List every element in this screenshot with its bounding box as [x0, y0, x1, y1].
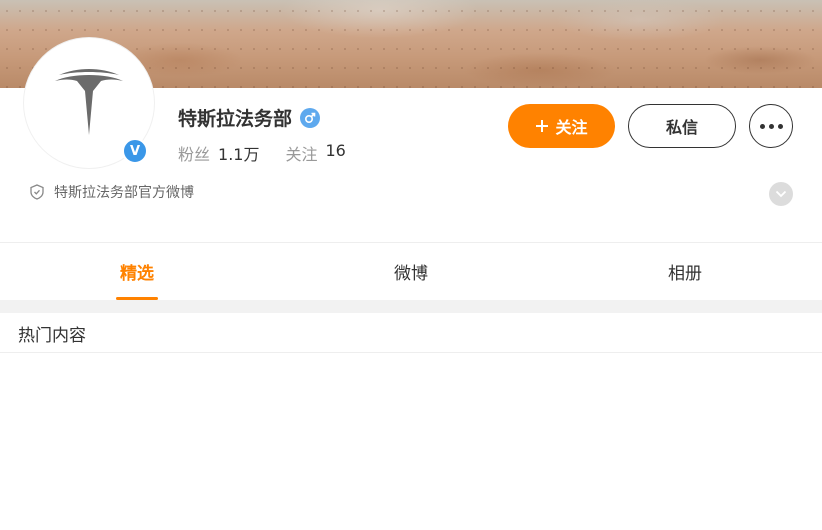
followers-count: 1.1万 [218, 145, 260, 164]
follow-button[interactable]: 关注 [508, 104, 615, 148]
tab-album[interactable]: 相册 [548, 243, 822, 300]
message-label: 私信 [665, 118, 698, 137]
profile-name: 特斯拉法务部 [178, 104, 321, 131]
tesla-logo-icon [55, 69, 123, 135]
more-button[interactable] [749, 104, 793, 148]
following-count: 16 [325, 141, 346, 160]
expand-description-button[interactable] [769, 182, 793, 206]
section-gap [0, 300, 822, 313]
verified-icon: V [122, 138, 148, 164]
plus-icon [536, 120, 549, 132]
following-stat[interactable]: 关注 16 [285, 141, 345, 165]
tab-featured[interactable]: 精选 [0, 243, 274, 300]
tab-weibo[interactable]: 微博 [274, 243, 548, 300]
shield-icon [30, 184, 44, 200]
profile-stats: 粉丝 1.1万 关注 16 [178, 141, 372, 165]
section-title: 热门内容 [18, 326, 86, 346]
profile-description: 特斯拉法务部官方微博 [30, 182, 194, 202]
chevron-down-icon [775, 190, 787, 198]
profile-name-text: 特斯拉法务部 [178, 108, 293, 130]
divider [0, 352, 822, 353]
more-icon [759, 123, 765, 129]
followers-stat[interactable]: 粉丝 1.1万 [178, 141, 259, 165]
male-icon [300, 107, 321, 128]
following-label: 关注 [285, 145, 318, 164]
profile-tabs: 精选 微博 相册 [0, 243, 822, 300]
message-button[interactable]: 私信 [628, 104, 736, 148]
follow-label: 关注 [555, 118, 588, 137]
followers-label: 粉丝 [178, 145, 211, 164]
description-text: 特斯拉法务部官方微博 [54, 185, 194, 201]
